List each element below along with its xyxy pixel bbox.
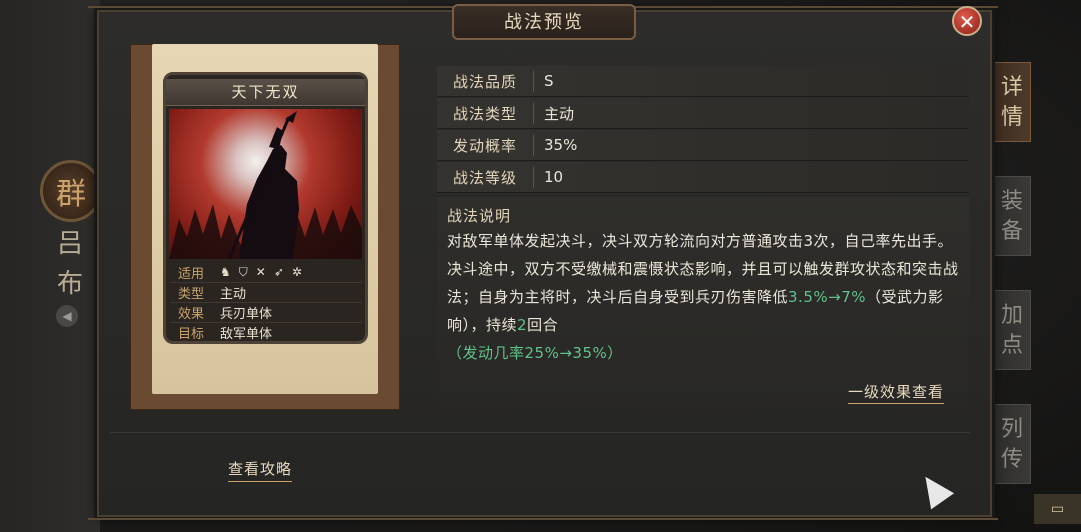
tab-attributes[interactable]: 加点 (993, 290, 1031, 370)
corner-menu-button[interactable]: ▭ (1034, 494, 1081, 524)
card-row-effect: 效果 兵刃单体 (170, 303, 362, 323)
info-key: 战法品质 (437, 70, 534, 92)
card-row-target: 目标 敌军单体 (170, 323, 362, 342)
divider (110, 432, 970, 433)
description-scaling-value: 3.5%→7% (788, 288, 866, 306)
description-duration-value: 2 (517, 316, 528, 334)
info-key: 战法类型 (437, 102, 534, 124)
bow-icon: ✕ (255, 265, 266, 279)
tab-biography[interactable]: 列传 (993, 404, 1031, 484)
tactic-description: 战法说明 对敌军单体发起决斗，决斗双方轮流向对方普通攻击3次，自己率先出手。决斗… (437, 197, 969, 407)
warrior-silhouette-image (169, 111, 362, 259)
description-text-part: 回合 (527, 316, 559, 334)
description-title: 战法说明 (447, 207, 512, 225)
faction-badge: 群 (40, 160, 102, 222)
close-button[interactable]: ✕ (952, 6, 982, 36)
level-one-effect-link[interactable]: 一级效果查看 (848, 381, 945, 404)
spear-icon: ➶ (273, 265, 284, 279)
card-row-key: 类型 (177, 287, 204, 302)
unit-icons: ♞ ⛉ ✕ ➶ ✲ (212, 265, 302, 280)
info-key: 发动概率 (437, 134, 534, 156)
info-row-quality: 战法品质 S (437, 66, 969, 97)
panel-bottom-border (88, 512, 998, 520)
info-row-probability: 发动概率 35% (437, 130, 969, 161)
tactic-info-table: 战法品质 S 战法类型 主动 发动概率 35% 战法等级 10 (437, 66, 969, 194)
description-probability-scaling: （发动几率25%→35%） (447, 344, 623, 362)
card-row-value: 兵刃单体 (220, 307, 273, 322)
tactic-card-rows: 适用 ♞ ⛉ ✕ ➶ ✲ 类型 主动 效果 兵刃单体 目标 敌军单体 (170, 263, 362, 342)
tab-equipment[interactable]: 装备 (993, 176, 1031, 256)
tab-details[interactable]: 详情 (993, 62, 1031, 142)
shield-icon: ⛉ (238, 265, 248, 279)
card-row-applicable: 适用 ♞ ⛉ ✕ ➶ ✲ (170, 263, 362, 283)
info-value: 35% (544, 136, 578, 154)
card-row-type: 类型 主动 (170, 283, 362, 303)
panel-title: 战法预览 (452, 4, 636, 40)
info-row-type: 战法类型 主动 (437, 98, 969, 129)
card-row-key: 效果 (177, 307, 204, 322)
cavalry-icon: ♞ (220, 265, 231, 279)
card-row-value: 敌军单体 (220, 327, 273, 342)
info-value: 主动 (544, 104, 575, 123)
card-row-value: 主动 (220, 287, 247, 302)
tactic-card-art (169, 109, 362, 259)
side-tabs: 详情 装备 加点 列传 (993, 62, 1033, 518)
info-value: S (544, 72, 554, 90)
info-row-level: 战法等级 10 (437, 162, 969, 193)
card-row-key: 适用 (177, 267, 204, 282)
description-text: 对敌军单体发起决斗，决斗双方轮流向对方普通攻击3次，自己率先出手。决斗途中，双方… (447, 227, 967, 367)
wheel-icon: ✲ (291, 265, 302, 279)
speaker-icon[interactable]: ◀ (56, 305, 78, 327)
tactic-card: 天下无双 适用 ♞ ⛉ ✕ ➶ ✲ 类型 主动 效果 兵刃单体 目标 敌军单体 (163, 72, 368, 344)
info-key: 战法等级 (437, 166, 534, 188)
info-value: 10 (544, 168, 564, 186)
tactic-card-title: 天下无双 (166, 79, 365, 106)
view-guide-link[interactable]: 查看攻略 (228, 458, 293, 482)
hero-name: 吕布 (56, 229, 83, 299)
card-row-key: 目标 (177, 327, 204, 342)
